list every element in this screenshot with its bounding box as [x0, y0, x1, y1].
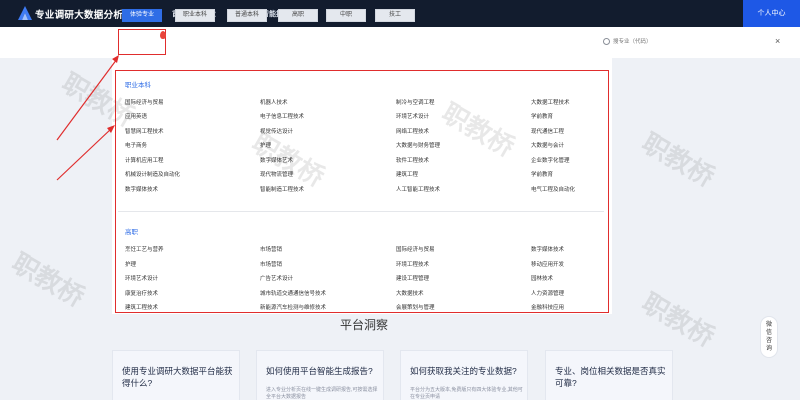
- user-center-button[interactable]: 个人中心: [743, 0, 800, 27]
- tab-general-bachelor[interactable]: 普通本科: [227, 9, 267, 22]
- watermark: 职教桥: [6, 247, 90, 313]
- faq-card[interactable]: 使用专业调研大数据平台能获得什么?: [112, 350, 240, 400]
- card-description: 进入专业分析页在线一键生成调研报告,可按需选择全平台大数据报告: [266, 387, 378, 400]
- annotation-box-dropdown: [115, 70, 609, 313]
- tab-trial-major[interactable]: 体验专业: [122, 9, 162, 22]
- side-button-char: 咨: [765, 338, 772, 344]
- section-heading: 平台洞察: [340, 318, 389, 332]
- card-title: 如何获取我关注的专业数据?: [410, 366, 517, 376]
- close-icon[interactable]: ×: [775, 36, 780, 46]
- tab-technician[interactable]: 技工: [375, 9, 415, 22]
- hot-icon: [160, 31, 166, 39]
- arrow-line: [56, 58, 118, 141]
- side-button-char: 微: [765, 322, 772, 328]
- faq-card[interactable]: 如何使用平台智能生成报告? 进入专业分析页在线一键生成调研报告,可按需选择全平台…: [256, 350, 384, 400]
- side-button-char: 询: [765, 346, 772, 352]
- wechat-consult-button[interactable]: 微 信 咨 询: [760, 316, 778, 358]
- card-title: 使用专业调研大数据平台能获得什么?: [122, 366, 233, 388]
- annotation-box-tab: [118, 29, 166, 55]
- search-box[interactable]: [603, 36, 763, 48]
- search-input[interactable]: [613, 36, 753, 48]
- faq-card[interactable]: 专业、岗位相关数据是否真实可靠?: [545, 350, 673, 400]
- watermark: 职教桥: [636, 127, 720, 193]
- tab-vocational-bachelor[interactable]: 职业本科: [175, 9, 215, 22]
- card-title: 专业、岗位相关数据是否真实可靠?: [555, 366, 666, 388]
- search-icon: [603, 38, 610, 45]
- side-button-char: 信: [765, 330, 772, 336]
- arrow-line: [56, 127, 113, 181]
- faq-card[interactable]: 如何获取我关注的专业数据? 平台分为五大版本,免费版只有四大体验专业,其他可在专…: [400, 350, 528, 400]
- watermark: 职教桥: [636, 287, 720, 353]
- card-title: 如何使用平台智能生成报告?: [266, 366, 373, 376]
- tab-higher-vocational[interactable]: 高职: [278, 9, 318, 22]
- card-description: 平台分为五大版本,免费版只有四大体验专业,其他可在专业页申请: [410, 387, 523, 400]
- tab-secondary-vocational[interactable]: 中职: [326, 9, 366, 22]
- logo-icon: [18, 6, 32, 20]
